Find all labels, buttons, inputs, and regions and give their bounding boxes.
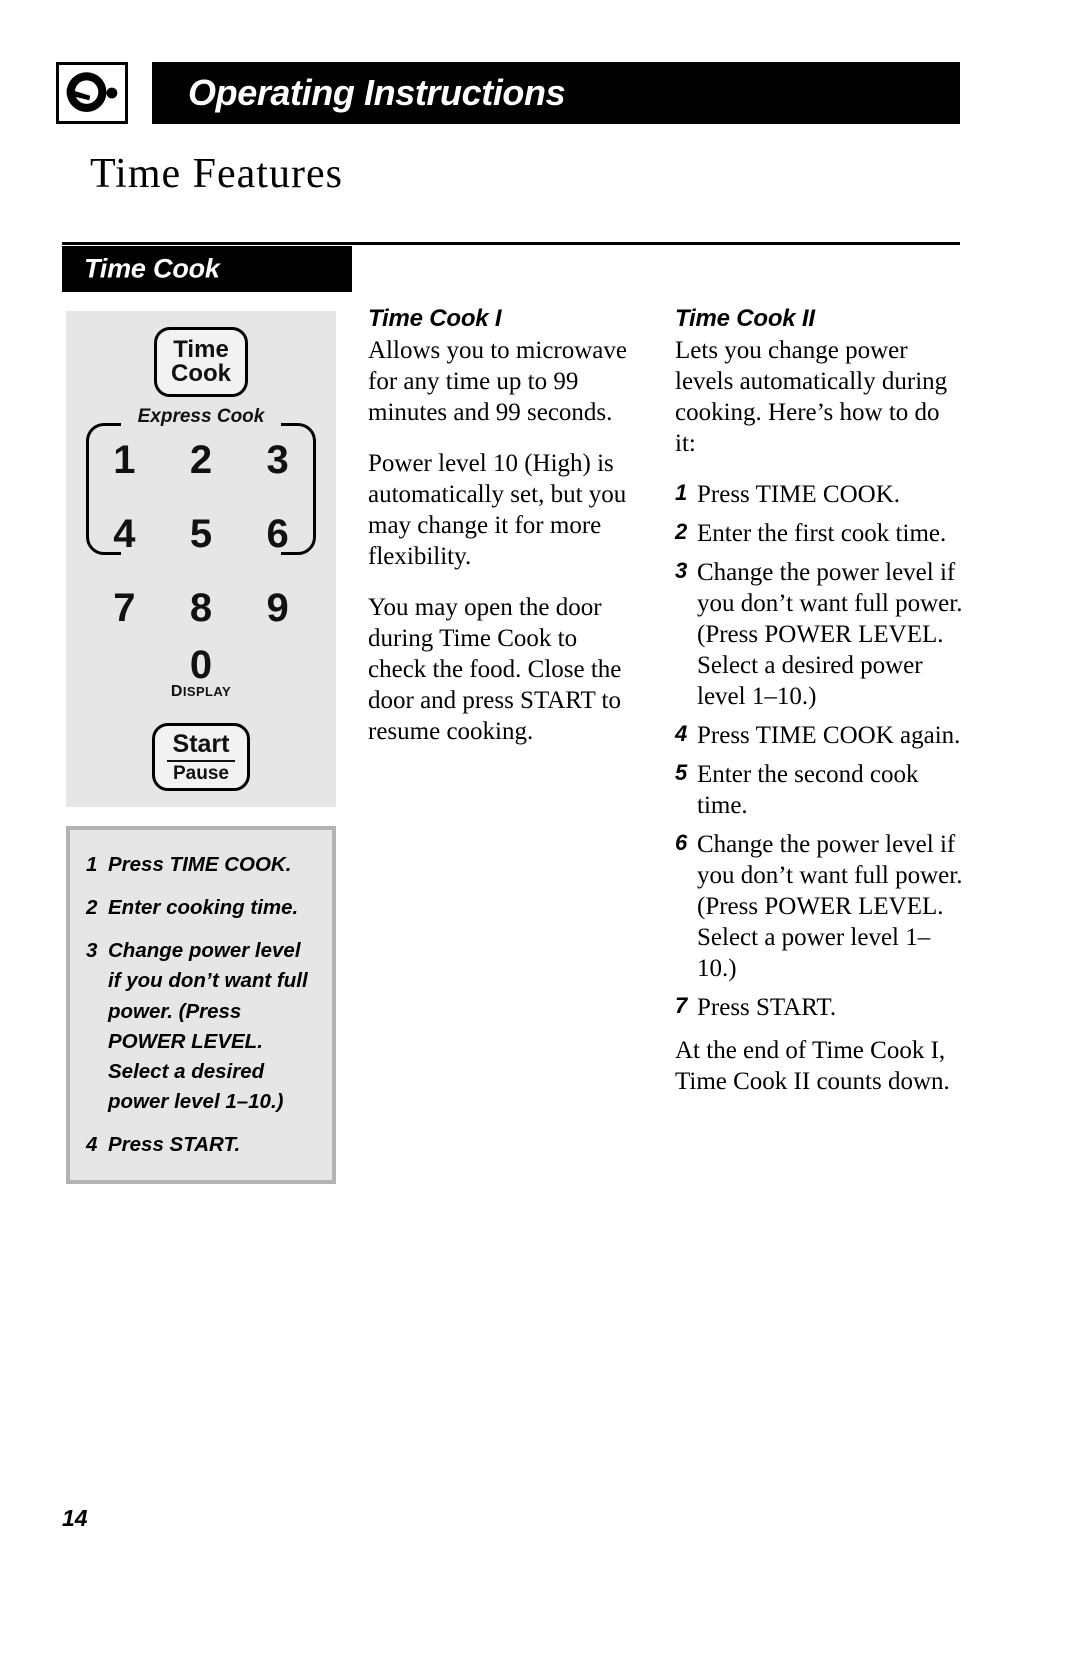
- step-number: 1: [86, 853, 98, 876]
- key-9[interactable]: 9: [248, 586, 308, 631]
- horizontal-rule: [62, 242, 960, 245]
- step-text: Enter the first cook time.: [697, 520, 947, 547]
- start-label: Start: [172, 729, 230, 758]
- step-number: 7: [675, 993, 688, 1018]
- step-item: 4 Press TIME COOK again.: [675, 720, 963, 751]
- step-number: 2: [675, 519, 688, 544]
- step-number: 2: [86, 896, 98, 920]
- step-item: 5 Enter the second cook time.: [675, 759, 963, 821]
- key-3[interactable]: 3: [248, 438, 308, 483]
- time-cook-1-heading: Time Cook I: [368, 305, 502, 332]
- step-text: Change the power level if you don’t want…: [697, 831, 963, 982]
- step-text: Press START.: [108, 1133, 241, 1156]
- section-title: Time Features: [90, 151, 343, 197]
- time-cook-1-paragraph: You may open the door during Time Cook t…: [368, 594, 622, 745]
- pause-label: Pause: [173, 762, 229, 784]
- page-number: 14: [62, 1505, 88, 1531]
- time-cook-banner-label: Time Cook: [84, 253, 220, 284]
- step-item: 1 Press TIME COOK.: [675, 479, 963, 510]
- time-cook-2-intro: Lets you change power levels automatical…: [675, 337, 948, 457]
- column-time-cook-1: Time Cook I Allows you to microwave for …: [368, 305, 640, 747]
- control-panel-illustration: Time Cook Express Cook 1 2 3 4 5 6 7 8 9: [66, 311, 336, 807]
- key-8[interactable]: 8: [171, 586, 231, 631]
- key-2[interactable]: 2: [171, 438, 231, 483]
- step-text: Press TIME COOK.: [108, 853, 292, 876]
- time-cook-2-steps-list: 1 Press TIME COOK. 2 Enter the first coo…: [675, 479, 963, 1023]
- microwave-knob-icon: [56, 62, 128, 124]
- number-keypad: 1 2 3 4 5 6 7 8 9: [86, 423, 316, 645]
- step-text: Change the power level if you don’t want…: [697, 559, 963, 710]
- display-label-rest: ISPLAY: [182, 684, 232, 699]
- keypad-row-3: 7 8 9: [86, 571, 316, 645]
- key-1[interactable]: 1: [94, 438, 154, 483]
- step-number: 1: [675, 480, 688, 505]
- step-number: 3: [675, 558, 688, 583]
- key-0[interactable]: 0: [66, 645, 336, 685]
- page-header: Operating Instructions: [56, 62, 960, 124]
- key-7[interactable]: 7: [94, 586, 154, 631]
- key-5[interactable]: 5: [171, 512, 231, 557]
- step-item: 2 Enter the first cook time.: [675, 518, 963, 549]
- time-cook-steps-box: 1 Press TIME COOK. 2 Enter cooking time.…: [66, 826, 336, 1185]
- zero-key-group: 0 DISPLAY: [66, 645, 336, 701]
- step-text: Change power level if you don’t want ful…: [108, 939, 308, 1113]
- header-bar: Operating Instructions: [152, 62, 960, 124]
- time-cook-button-line1: Time: [173, 335, 229, 363]
- step-item: 3 Change the power level if you don’t wa…: [675, 557, 963, 712]
- step-number: 5: [675, 760, 688, 785]
- start-pause-button[interactable]: Start Pause: [152, 723, 250, 791]
- step-item: 1 Press TIME COOK.: [86, 850, 318, 880]
- time-cook-2-heading: Time Cook II: [675, 305, 815, 332]
- display-label: DISPLAY: [66, 683, 336, 701]
- header-title: Operating Instructions: [188, 72, 566, 113]
- start-pause-divider: [167, 759, 235, 762]
- keypad-row-1: 1 2 3: [86, 423, 316, 497]
- step-text: Enter the second cook time.: [697, 761, 919, 819]
- step-item: 3 Change power level if you don’t want f…: [86, 936, 318, 1117]
- time-cook-banner: Time Cook: [62, 246, 352, 292]
- step-number: 6: [675, 830, 688, 855]
- step-number: 4: [86, 1133, 98, 1156]
- step-text: Press START.: [697, 994, 837, 1021]
- time-cook-button[interactable]: Time Cook: [154, 327, 248, 397]
- steps-list: 1 Press TIME COOK. 2 Enter cooking time.…: [86, 850, 318, 1160]
- step-item: 2 Enter cooking time.: [86, 893, 318, 923]
- step-text: Press TIME COOK again.: [697, 722, 961, 749]
- time-cook-1-paragraph: Power level 10 (High) is automatically s…: [368, 450, 627, 570]
- step-text: Press TIME COOK.: [697, 481, 901, 508]
- key-6[interactable]: 6: [248, 512, 308, 557]
- step-text: Enter cooking time.: [108, 896, 299, 920]
- column-time-cook-2: Time Cook II Lets you change power level…: [675, 305, 963, 1097]
- keypad-row-2: 4 5 6: [86, 497, 316, 571]
- display-label-first: D: [170, 683, 183, 700]
- time-cook-button-line2: Cook: [171, 360, 231, 387]
- step-number: 4: [675, 721, 688, 746]
- time-cook-1-paragraph: Allows you to microwave for any time up …: [368, 337, 627, 426]
- step-number: 3: [86, 939, 98, 963]
- step-item: 4 Press START.: [86, 1130, 318, 1160]
- time-cook-2-closing: At the end of Time Cook I, Time Cook II …: [675, 1037, 950, 1095]
- step-item: 7 Press START.: [675, 992, 963, 1023]
- key-4[interactable]: 4: [94, 512, 154, 557]
- step-item: 6 Change the power level if you don’t wa…: [675, 829, 963, 984]
- manual-page: Operating Instructions Time Features Tim…: [0, 0, 1080, 1669]
